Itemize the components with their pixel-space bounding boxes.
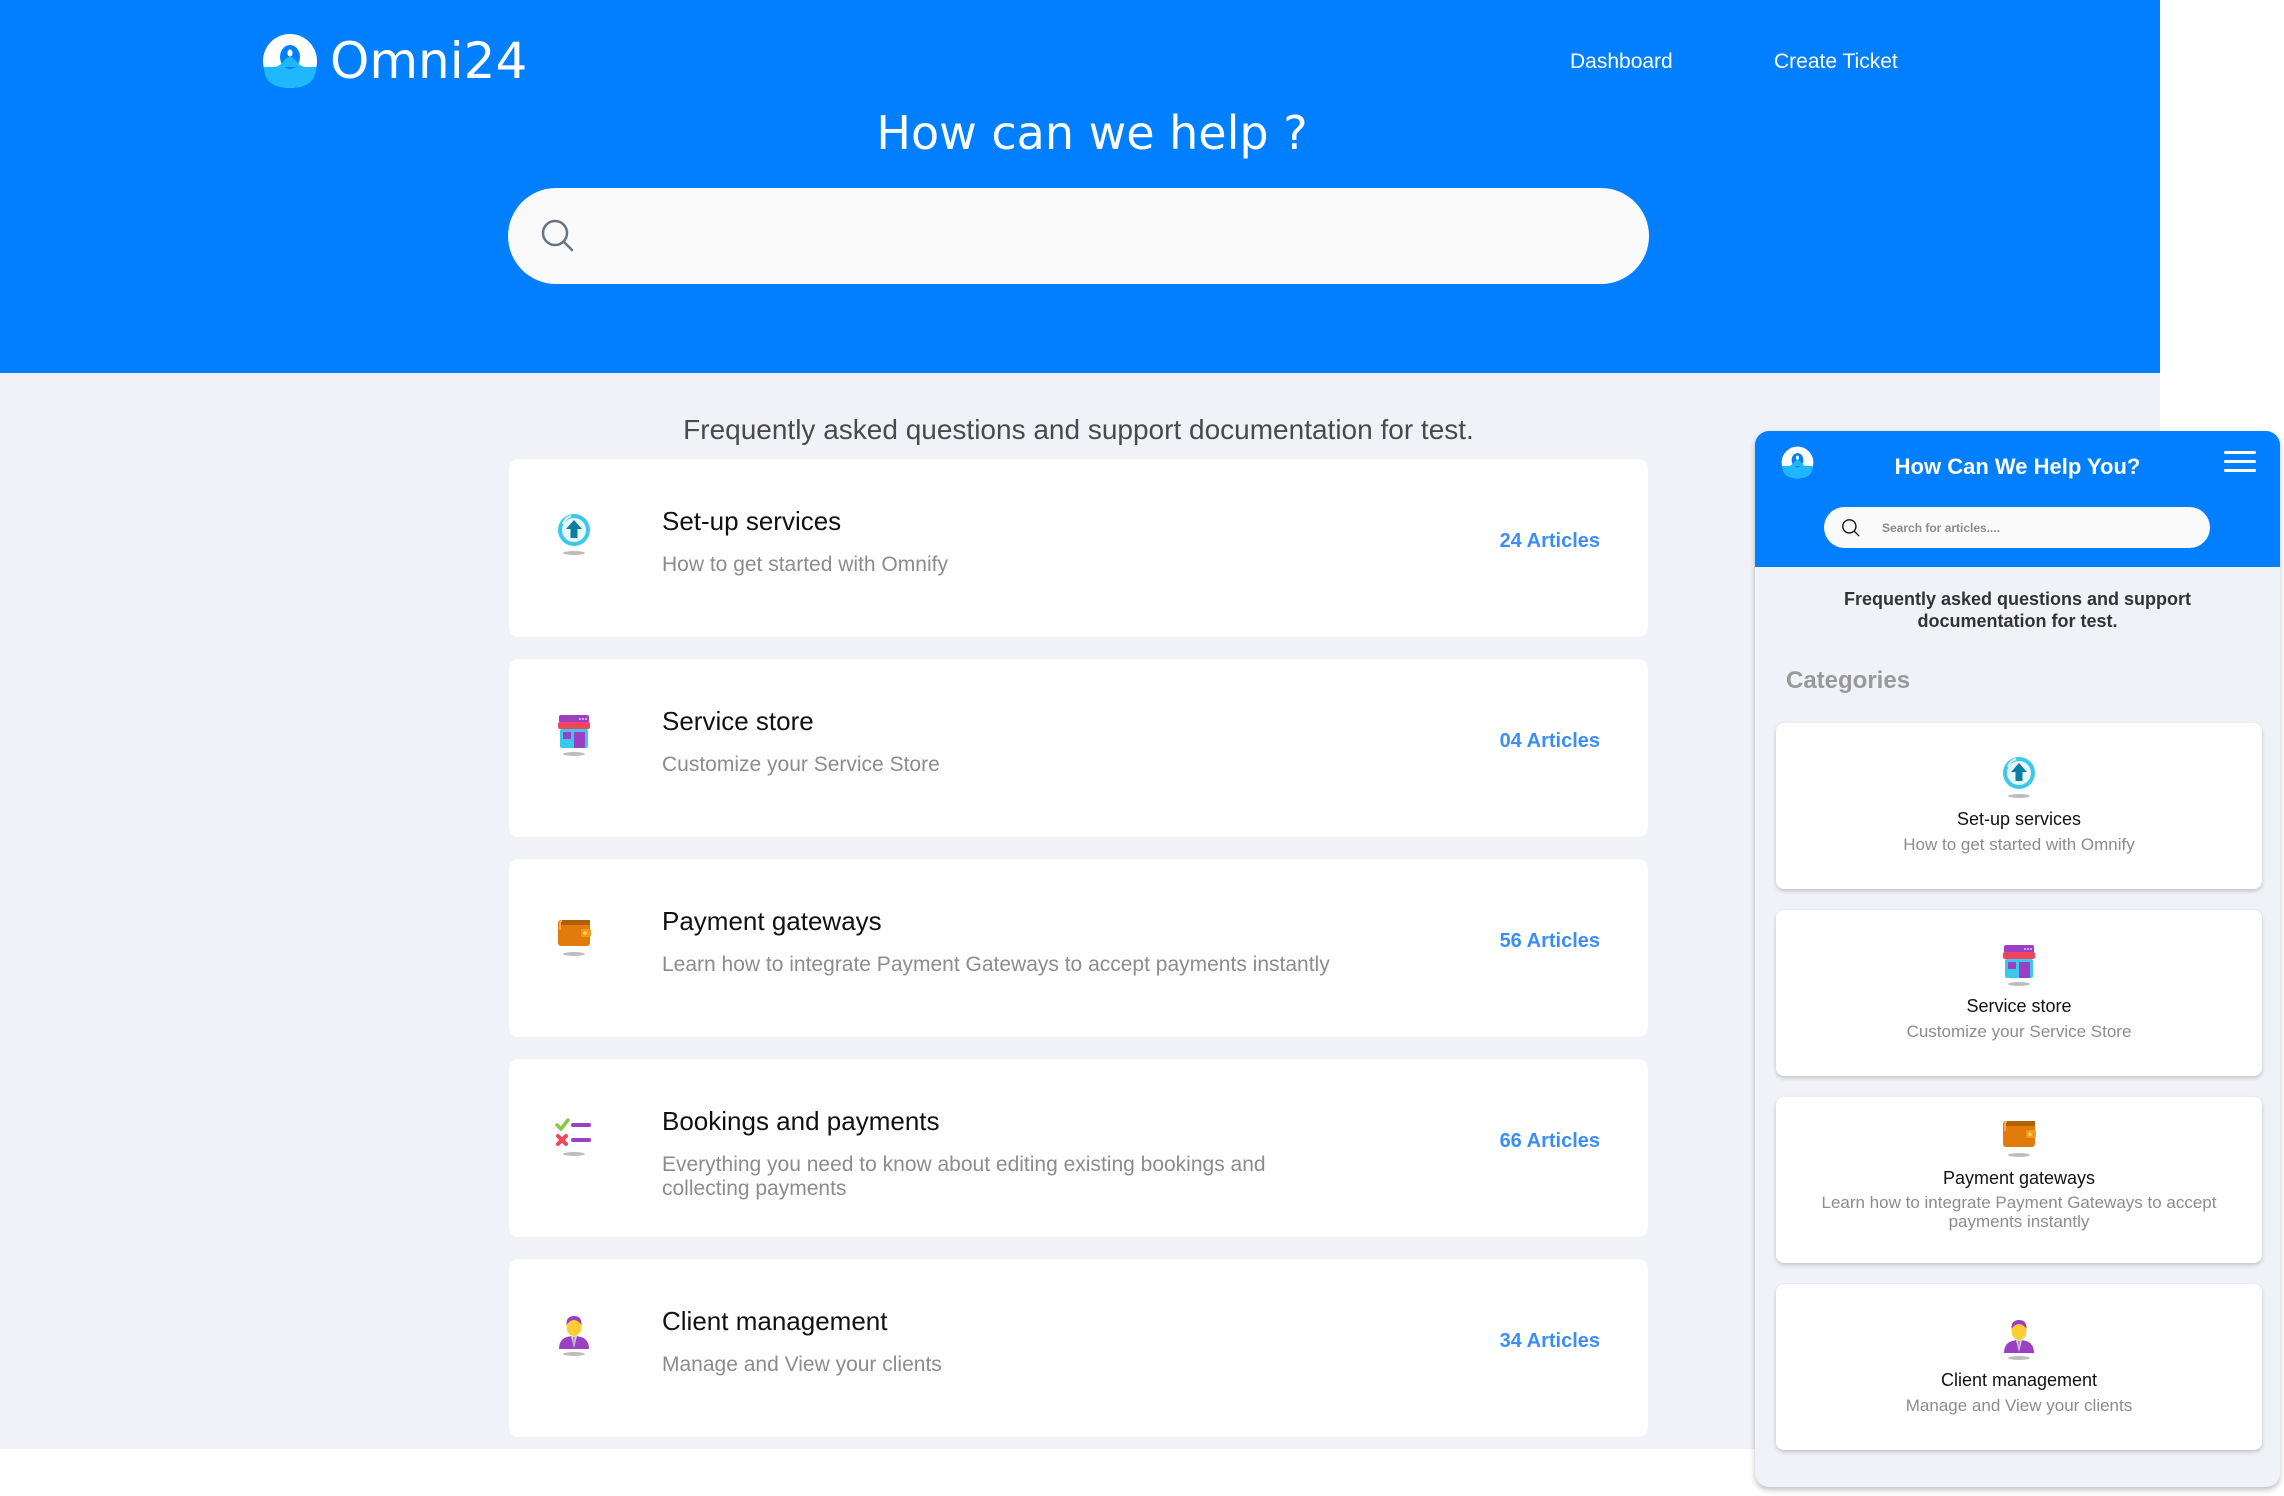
category-title: Client management [1940, 1370, 2098, 1390]
brand-logo[interactable]: Omni24 [262, 33, 527, 89]
store-icon [549, 708, 599, 758]
category-description: Learn how to integrate Payment Gateways … [662, 953, 1330, 976]
mobile-category-card-service-store[interactable]: Service store Customize your Service Sto… [1776, 910, 2262, 1076]
client-person-icon [1994, 1312, 2044, 1362]
category-title: Bookings and payments [662, 1106, 940, 1136]
category-description: How to get started with Omnify [662, 553, 948, 576]
faq-description: Frequently asked questions and support d… [683, 414, 1474, 445]
search-icon [538, 216, 578, 256]
article-count-link[interactable]: 24 Articles [1500, 527, 1600, 555]
nav-create-ticket-link[interactable]: Create Ticket [1774, 48, 1898, 76]
upload-arrow-icon [1994, 751, 2044, 801]
category-description: Manage and View your clients [1905, 1396, 2133, 1415]
mobile-category-card-setup-services[interactable]: Set-up services How to get started with … [1776, 723, 2262, 889]
category-title: Service store [1966, 996, 2072, 1016]
category-list: Set-up services How to get started with … [509, 459, 1648, 1459]
category-description: Customize your Service Store [1906, 1022, 2132, 1041]
category-description: How to get started with Omnify [1903, 835, 2135, 854]
category-description: Everything you need to know about editin… [662, 1153, 1266, 1200]
categories-heading: Categories [1786, 667, 1911, 694]
brand-name: Omni24 [330, 32, 528, 90]
category-card-setup-services[interactable]: Set-up services How to get started with … [509, 459, 1648, 637]
hero-header: Omni24 Dashboard Create Ticket How can w… [0, 0, 2160, 373]
article-count-link[interactable]: 66 Articles [1500, 1127, 1600, 1155]
article-count-link[interactable]: 56 Articles [1500, 927, 1600, 955]
client-person-icon [549, 1308, 599, 1358]
article-count-link[interactable]: 34 Articles [1500, 1327, 1600, 1355]
wallet-icon [549, 908, 599, 958]
hero-title: How can we help ? [876, 106, 1308, 160]
category-card-client-management[interactable]: Client management Manage and View your c… [509, 1259, 1648, 1437]
category-card-service-store[interactable]: Service store Customize your Service Sto… [509, 659, 1648, 837]
mobile-title: How Can We Help You? [1894, 454, 2141, 479]
help-center-mobile-preview: How Can We Help You? Frequently asked qu… [1755, 431, 2280, 1487]
mobile-search-bar[interactable] [1824, 507, 2210, 548]
mobile-category-card-client-management[interactable]: Client management Manage and View your c… [1776, 1284, 2262, 1450]
hero-search-input[interactable] [594, 206, 1649, 266]
mobile-category-list: Set-up services How to get started with … [1776, 723, 2262, 1471]
category-description: Customize your Service Store [662, 753, 940, 776]
article-count-link[interactable]: 04 Articles [1500, 727, 1600, 755]
category-card-bookings-payments[interactable]: Bookings and payments Everything you nee… [509, 1059, 1648, 1237]
category-description: Manage and View your clients [662, 1353, 942, 1376]
wallet-icon [1994, 1109, 2044, 1159]
mobile-search-input[interactable] [1882, 520, 2210, 535]
mobile-faq-description: Frequently asked questions and support d… [1843, 589, 2192, 631]
category-title: Set-up services [662, 506, 842, 536]
category-card-payment-gateways[interactable]: Payment gateways Learn how to integrate … [509, 859, 1648, 1037]
category-title: Service store [662, 706, 814, 736]
store-icon [1994, 938, 2044, 988]
nav-dashboard-link[interactable]: Dashboard [1570, 48, 1673, 76]
upload-arrow-icon [549, 508, 599, 558]
category-title: Payment gateways [662, 906, 882, 936]
category-title: Set-up services [1956, 809, 2082, 829]
search-icon [1840, 517, 1862, 539]
category-title: Client management [662, 1306, 888, 1336]
mobile-category-card-payment-gateways[interactable]: Payment gateways Learn how to integrate … [1776, 1097, 2262, 1263]
mobile-header: How Can We Help You? [1755, 431, 2280, 567]
omni24-logo-icon [262, 33, 318, 89]
checklist-icon [549, 1108, 599, 1158]
category-title: Payment gateways [1942, 1168, 2096, 1188]
category-description: Learn how to integrate Payment Gateways … [1821, 1193, 2217, 1231]
hamburger-menu-icon[interactable] [2224, 451, 2256, 473]
hero-search-bar[interactable] [508, 188, 1649, 284]
